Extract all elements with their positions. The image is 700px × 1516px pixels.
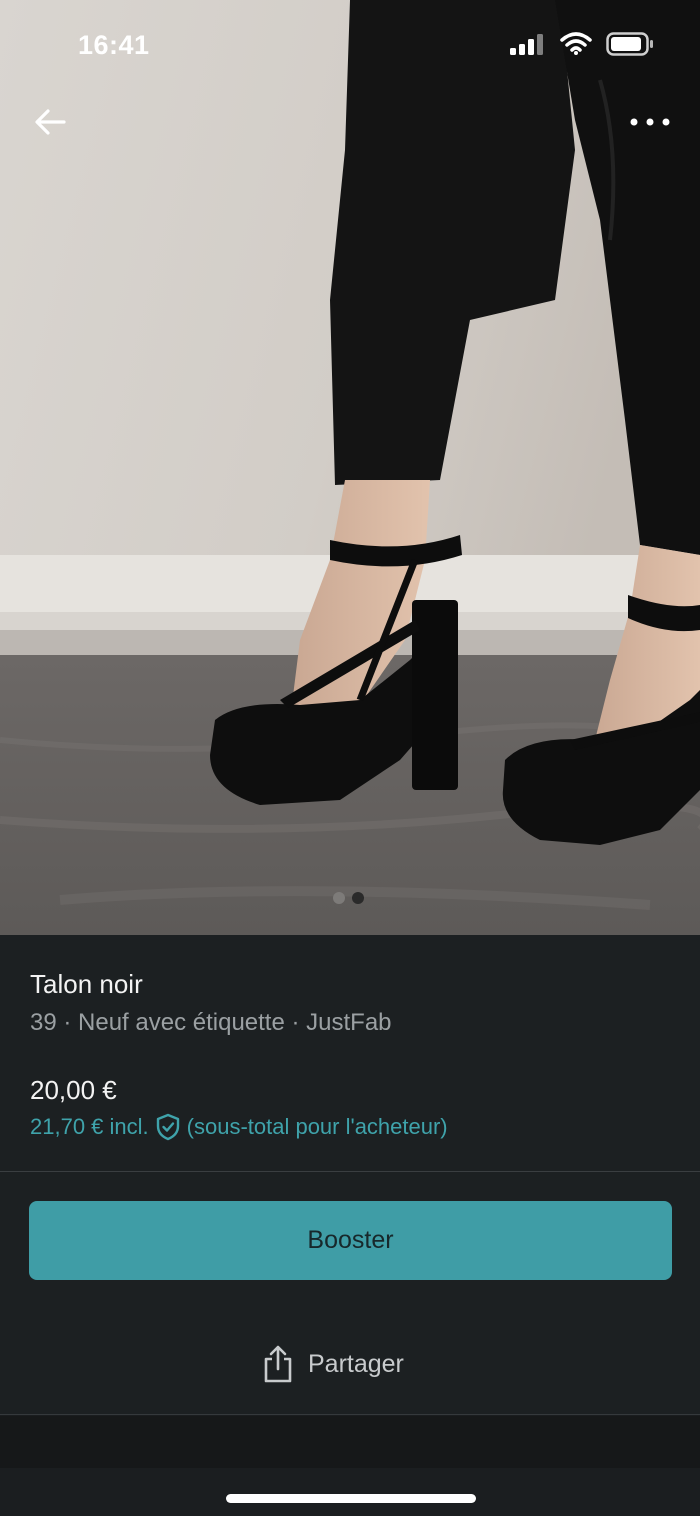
gallery-page-indicator (333, 892, 364, 904)
cellular-signal-icon (510, 34, 543, 55)
buyer-price-note: (sous-total pour l'acheteur) (186, 1114, 448, 1139)
wifi-icon (560, 32, 592, 55)
more-options-button[interactable] (626, 102, 674, 142)
share-button[interactable]: Partager (262, 1340, 404, 1388)
share-icon (264, 1345, 292, 1383)
buyer-price-line[interactable]: 21,70 € incl. (sous-total pour l'acheteu… (30, 1113, 448, 1141)
gallery-dot-active[interactable] (352, 892, 364, 904)
booster-button[interactable]: Booster (29, 1201, 672, 1280)
home-indicator-area (0, 1468, 700, 1516)
status-time: 16:41 (78, 30, 150, 60)
actions-panel: Booster Partager (0, 1172, 700, 1415)
status-bar: 16:41 (0, 0, 700, 96)
battery-icon (606, 32, 653, 56)
item-subtitle: 39 · Neuf avec étiquette · JustFab (30, 1009, 392, 1036)
item-title: Talon noir (30, 969, 143, 999)
more-horizontal-icon (630, 118, 670, 126)
buyer-price: 21,70 € incl. (30, 1114, 149, 1139)
item-price: 20,00 € (30, 1075, 117, 1105)
status-icons (510, 32, 654, 56)
arrow-left-icon (35, 109, 66, 135)
gallery-dot[interactable] (333, 892, 345, 904)
product-photo[interactable]: 16:41 (0, 0, 700, 935)
share-label: Partager (308, 1349, 404, 1378)
bottom-strip (0, 1416, 700, 1468)
home-indicator[interactable] (226, 1494, 476, 1503)
shield-check-icon (156, 1113, 179, 1141)
product-image (0, 0, 700, 935)
item-info-panel: Talon noir 39 · Neuf avec étiquette · Ju… (0, 935, 700, 1172)
back-button[interactable] (28, 100, 72, 144)
